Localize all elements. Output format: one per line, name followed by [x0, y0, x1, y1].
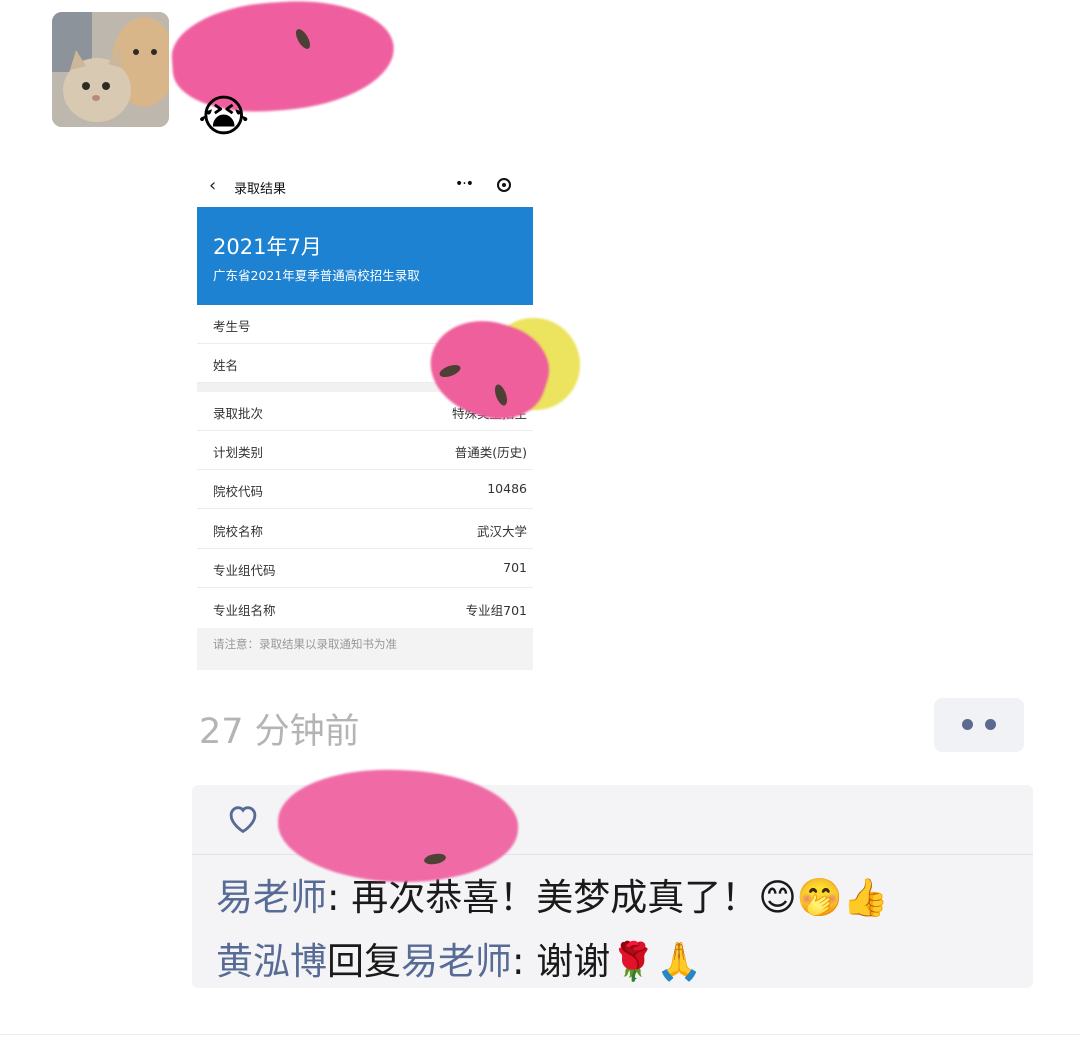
mini-program-topbar: ‹ 录取结果 •·• [197, 165, 533, 207]
target-icon [497, 178, 511, 192]
admission-screenshot[interactable]: ‹ 录取结果 •·• 2021年7月 广东省2021年夏季普通高校招生录取 考生… [197, 165, 533, 670]
page-title: 录取结果 [234, 182, 287, 197]
hero-date: 2021年7月 [213, 235, 322, 259]
more-dots-button[interactable] [934, 698, 1024, 752]
comment-author[interactable]: 黄泓博 [216, 940, 327, 983]
comment-separator: : [327, 876, 352, 919]
row-label: 专业组名称 [213, 603, 276, 618]
more-icon: •·• [455, 176, 474, 192]
notice-bar: 请注意：录取结果以录取通知书为准 [197, 628, 533, 670]
notice-text: 请注意：录取结果以录取通知书为准 [213, 637, 397, 651]
result-row: 院校名称 武汉大学 [197, 510, 533, 549]
row-value: 10486 [487, 481, 527, 496]
comment-item[interactable]: 易老师: 再次恭喜！美梦成真了！😊🤭👍 [216, 867, 889, 921]
comment-text: 谢谢🌹🙏 [536, 940, 703, 983]
row-label: 专业组代码 [213, 563, 276, 578]
row-label: 录取批次 [213, 406, 264, 421]
more-dots-icon [985, 719, 996, 730]
hero-subtitle: 广东省2021年夏季普通高校招生录取 [213, 268, 420, 283]
result-row: 专业组名称 专业组701 [197, 589, 533, 628]
row-label: 计划类别 [213, 445, 264, 460]
comment-text: 再次恭喜！美梦成真了！😊🤭👍 [351, 876, 889, 919]
row-label: 考生号 [213, 319, 251, 334]
comment-separator: : [512, 940, 537, 983]
comment-author[interactable]: 易老师 [216, 876, 327, 919]
row-label: 院校代码 [213, 484, 264, 499]
post-timestamp: 27 分钟前 [199, 712, 360, 752]
row-value: 专业组701 [465, 603, 527, 618]
row-label: 院校名称 [213, 524, 264, 539]
divider [0, 1034, 1080, 1035]
cat-avatar-image [52, 12, 169, 127]
comment-item[interactable]: 黄泓博回复易老师: 谢谢🌹🙏 [216, 931, 702, 985]
result-row: 院校代码 10486 [197, 470, 533, 509]
reply-target[interactable]: 易老师 [401, 940, 512, 983]
reply-word: 回复 [327, 940, 401, 983]
row-value: 武汉大学 [476, 524, 527, 539]
hero-banner: 2021年7月 广东省2021年夏季普通高校招生录取 [197, 207, 533, 305]
heart-icon [229, 806, 257, 834]
row-label: 姓名 [213, 358, 239, 373]
row-value: 普通类(历史) [454, 445, 527, 460]
result-row: 计划类别 普通类(历史) [197, 431, 533, 470]
result-row: 专业组代码 701 [197, 549, 533, 588]
more-dots-icon [962, 719, 973, 730]
row-value: 701 [503, 560, 527, 575]
back-icon: ‹ [209, 175, 217, 196]
avatar[interactable] [52, 12, 169, 127]
crying-emoji: 😭 [198, 91, 250, 142]
